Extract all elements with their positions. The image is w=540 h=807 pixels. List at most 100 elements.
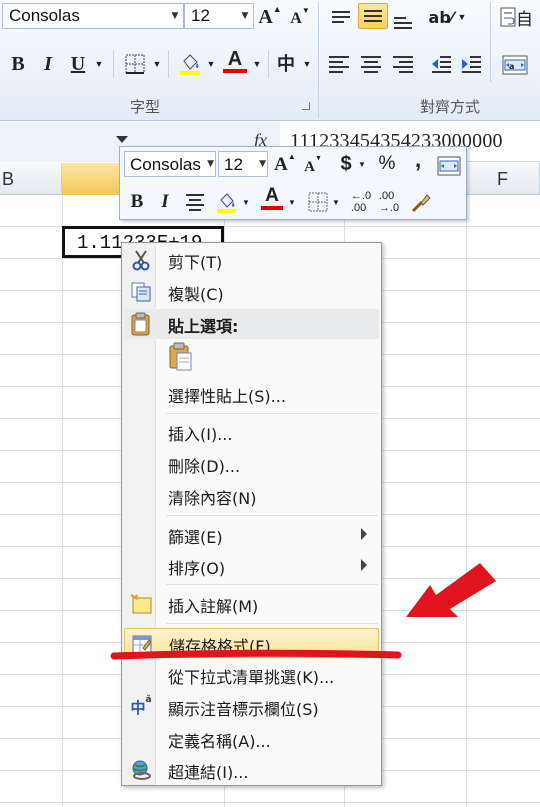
decrease-indent-button[interactable]	[428, 51, 454, 77]
bold-button[interactable]: B	[6, 51, 30, 77]
font-group-label: 字型	[130, 98, 161, 116]
mini-font-name-combo[interactable]: Consolas ▼	[124, 151, 216, 177]
divider	[168, 50, 169, 78]
menu-item-label: 顯示注音標示欄位(S)	[168, 700, 319, 719]
chevron-down-icon[interactable]: ▼	[356, 151, 368, 177]
mini-italic-button[interactable]: I	[154, 189, 176, 215]
hyperlink-icon	[129, 758, 153, 782]
chevron-down-icon[interactable]: ▼	[92, 51, 106, 77]
mini-shrink-font-button[interactable]: A ▼	[302, 154, 324, 180]
fill-color-button[interactable]	[176, 50, 204, 76]
font-size-combo[interactable]: 12 ▼	[184, 3, 254, 29]
chevron-down-icon[interactable]: ▼	[259, 152, 266, 176]
chevron-down-icon[interactable]: ▼	[250, 51, 264, 77]
paste-option-button[interactable]	[166, 341, 196, 373]
menu-item-label: 插入註解(M)	[168, 597, 259, 616]
grow-font-label: A	[258, 5, 273, 28]
wrap-text-button[interactable]: 自	[500, 4, 540, 30]
align-top-button[interactable]	[328, 4, 354, 30]
red-underline-annotation	[110, 649, 402, 660]
orientation-button[interactable]: ab⁄	[428, 4, 454, 30]
menu-item-delete[interactable]: 刪除(D)...	[124, 449, 379, 479]
chevron-down-icon[interactable]: ▼	[240, 189, 252, 215]
menu-item-clear-contents[interactable]: 清除內容(N)	[124, 481, 379, 511]
decrease-decimal-button[interactable]: .00 →.0	[376, 189, 402, 215]
caret-up-icon: ▲	[287, 152, 296, 161]
menu-item-cut[interactable]: 剪下(T)	[124, 245, 379, 275]
menu-item-insert-comment[interactable]: 插入註解(M)	[124, 589, 379, 619]
chevron-down-icon[interactable]: ▼	[204, 51, 218, 77]
menu-item-label: 定義名稱(A)...	[168, 732, 271, 751]
phonetic-guide-icon: 中	[277, 54, 295, 75]
menu-item-pick-from-list[interactable]: 從下拉式清單挑選(K)...	[124, 660, 379, 690]
chevron-down-icon[interactable]: ▼	[330, 189, 342, 215]
mini-align-center-button[interactable]	[182, 189, 208, 215]
mini-font-size-combo[interactable]: 12 ▼	[218, 151, 268, 177]
underline-button[interactable]: U	[66, 51, 90, 77]
dialog-launcher-icon[interactable]	[302, 102, 310, 110]
menu-item-insert[interactable]: 插入(I)...	[124, 417, 379, 447]
comment-icon	[129, 592, 153, 616]
font-color-button[interactable]: A	[220, 48, 250, 74]
chevron-down-icon[interactable]: ▼	[207, 152, 214, 176]
paint-bucket-icon	[217, 193, 236, 213]
grow-font-button[interactable]: A ▲	[258, 4, 282, 30]
comma-style-button[interactable]: ,	[410, 147, 426, 173]
menu-item-label: 剪下(T)	[168, 253, 223, 272]
wrap-text-icon	[500, 7, 516, 27]
italic-button[interactable]: I	[36, 51, 60, 77]
name-box-dropdown-icon[interactable]	[116, 136, 128, 143]
borders-icon	[125, 54, 145, 74]
merge-center-button[interactable]: a	[500, 52, 530, 78]
mini-font-size-value: 12	[224, 155, 243, 174]
align-right-button[interactable]	[390, 51, 416, 77]
caret-down-icon: ▼	[301, 6, 310, 15]
mini-borders-button[interactable]	[306, 189, 330, 215]
column-header-b[interactable]: B	[0, 163, 62, 195]
menu-item-hyperlink[interactable]: 超連結(I)...	[124, 755, 379, 785]
increase-decimal-button[interactable]: ←.0.00	[348, 189, 374, 215]
mini-bold-button[interactable]: B	[126, 189, 148, 215]
chevron-down-icon[interactable]: ▼	[286, 189, 298, 215]
chevron-down-icon[interactable]: ▼	[237, 4, 253, 28]
phonetic-guide-button[interactable]: 中	[274, 50, 298, 76]
align-middle-button[interactable]	[358, 3, 388, 29]
menu-item-label: 超連結(I)...	[168, 763, 249, 782]
font-name-combo[interactable]: Consolas ▼	[2, 3, 184, 29]
font-color-letter: A	[265, 185, 279, 206]
menu-item-define-name[interactable]: 定義名稱(A)...	[124, 724, 379, 754]
align-center-button[interactable]	[358, 51, 384, 77]
divider	[268, 50, 269, 78]
paint-bucket-icon	[180, 54, 200, 75]
align-bottom-button[interactable]	[390, 10, 416, 36]
percent-button[interactable]: %	[376, 151, 398, 177]
chevron-down-icon[interactable]: ▼	[150, 51, 164, 77]
menu-item-paste-special[interactable]: 選擇性貼上(S)...	[124, 379, 379, 409]
align-middle-icon	[364, 10, 382, 22]
divider	[490, 2, 491, 82]
mini-fill-color-button[interactable]	[214, 189, 240, 215]
chevron-down-icon[interactable]: ▼	[300, 51, 314, 77]
menu-item-filter[interactable]: 篩選(E)	[124, 520, 379, 550]
mini-grow-font-button[interactable]: A ▲	[274, 152, 296, 178]
menu-item-show-phonetic[interactable]: 中ǎ 顯示注音標示欄位(S)	[124, 692, 379, 722]
borders-button[interactable]	[122, 51, 148, 77]
format-painter-button[interactable]	[408, 189, 434, 215]
menu-separator	[166, 584, 378, 585]
menu-item-copy[interactable]: 複製(C)	[124, 277, 379, 307]
chevron-down-icon[interactable]: ▼	[167, 4, 183, 28]
currency-button[interactable]: $	[336, 151, 356, 177]
increase-indent-button[interactable]	[458, 51, 484, 77]
column-header-f[interactable]: F	[466, 163, 540, 195]
shrink-font-button[interactable]: A ▼	[288, 6, 312, 32]
grow-font-label: A	[274, 154, 288, 175]
mini-merge-center-button[interactable]	[436, 153, 462, 179]
scissors-icon	[129, 248, 153, 272]
chevron-down-icon[interactable]: ▼	[456, 4, 468, 30]
mini-font-color-button[interactable]: A	[258, 185, 286, 211]
menu-item-sort[interactable]: 排序(O)	[124, 551, 379, 581]
align-left-button[interactable]	[326, 51, 352, 77]
menu-item-label: 清除內容(N)	[168, 489, 257, 508]
ribbon: Consolas ▼ 12 ▼ A ▲ A ▼ B I U ▼ ▼ ▼ A ▼ 中 …	[0, 0, 540, 121]
text-orientation-icon: ab⁄	[428, 7, 454, 27]
